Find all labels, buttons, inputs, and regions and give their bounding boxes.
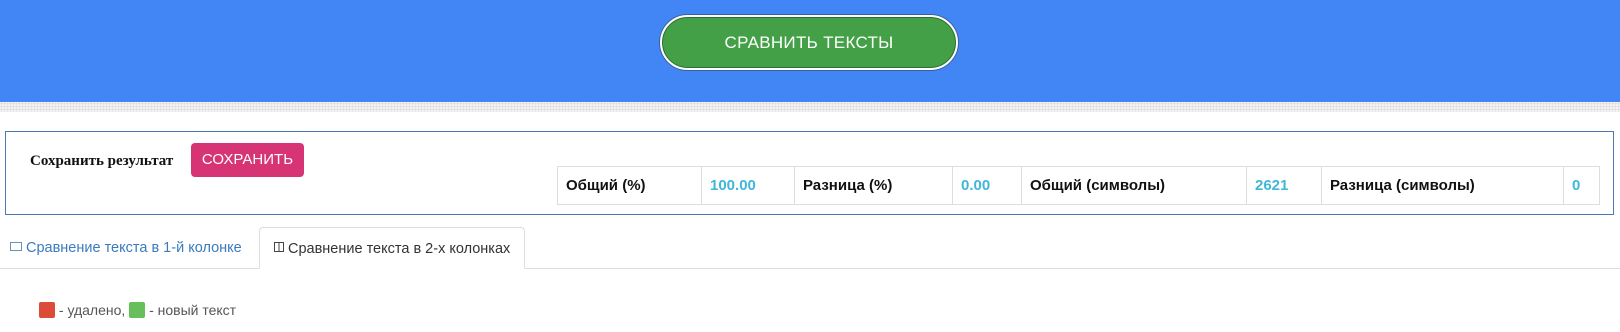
single-column-icon xyxy=(10,226,22,268)
stat-total-percent-label: Общий (%) xyxy=(557,166,702,205)
save-result-label: Сохранить результат xyxy=(30,153,174,169)
tab-two-columns[interactable]: Сравнение текста в 2-х колонках xyxy=(259,227,525,269)
stat-diff-chars-value: 0 xyxy=(1563,166,1600,205)
stats-table: Общий (%) 100.00 Разница (%) 0.00 Общий … xyxy=(557,166,1600,205)
two-columns-icon xyxy=(274,227,284,269)
stat-total-chars-value: 2621 xyxy=(1246,166,1322,205)
deleted-legend-text: - удалено, xyxy=(58,302,126,318)
tab-single-column-label: Сравнение текста в 1-й колонке xyxy=(26,240,242,256)
save-button[interactable]: СОХРАНИТЬ xyxy=(191,143,304,177)
stat-diff-percent-label: Разница (%) xyxy=(794,166,953,205)
tab-single-column[interactable]: Сравнение текста в 1-й колонке xyxy=(10,227,242,269)
stat-total-percent-value: 100.00 xyxy=(701,166,795,205)
stat-total-chars-label: Общий (символы) xyxy=(1021,166,1247,205)
result-panel: Сохранить результат СОХРАНИТЬ Общий (%) … xyxy=(5,131,1614,215)
deleted-swatch xyxy=(39,302,55,318)
stat-diff-chars-label: Разница (символы) xyxy=(1321,166,1564,205)
stat-diff-percent-value: 0.00 xyxy=(952,166,1022,205)
tabs-divider xyxy=(0,268,1620,269)
new-text-swatch xyxy=(129,302,146,318)
new-legend-text: - новый текст xyxy=(149,302,237,318)
dotted-divider xyxy=(0,102,1620,112)
diff-legend: - удалено, - новый текст xyxy=(39,301,236,319)
stats-row: Общий (%) 100.00 Разница (%) 0.00 Общий … xyxy=(557,166,1600,205)
tab-two-columns-label: Сравнение текста в 2-х колонках xyxy=(288,241,511,257)
compare-texts-button[interactable]: СРАВНИТЬ ТЕКСТЫ xyxy=(660,15,958,70)
